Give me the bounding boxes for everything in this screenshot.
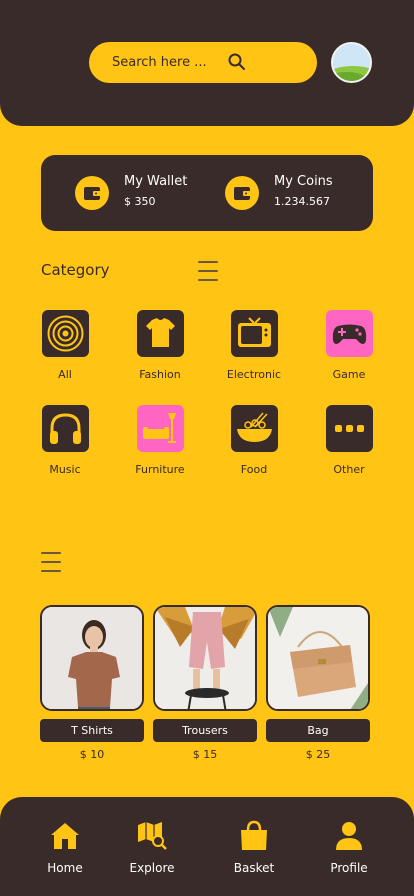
product-name: Bag: [266, 719, 370, 742]
nav-basket[interactable]: Basket: [219, 819, 289, 875]
category-label: All: [58, 368, 72, 381]
header-bar: Search here ...: [0, 0, 414, 126]
wallet-value: $ 350: [124, 195, 156, 208]
category-label: Food: [240, 463, 268, 476]
category-label: Furniture: [135, 463, 185, 476]
nav-label: Basket: [233, 861, 275, 875]
category-item-all[interactable]: All: [25, 310, 105, 381]
category-label: Other: [333, 463, 365, 476]
product-card-trousers[interactable]: Trousers $ 15: [153, 605, 257, 761]
home-icon: [48, 819, 82, 853]
product-name: T Shirts: [40, 719, 144, 742]
map-search-icon: [135, 819, 169, 853]
category-item-music[interactable]: Music: [25, 405, 105, 476]
shopping-bag-icon: [237, 819, 271, 853]
category-label: Music: [49, 463, 81, 476]
product-card-tshirts[interactable]: T Shirts $ 10: [40, 605, 144, 761]
search-input[interactable]: Search here ...: [112, 55, 230, 70]
nav-home[interactable]: Home: [30, 819, 100, 875]
wallet-label: My Wallet: [124, 174, 188, 189]
category-item-fashion[interactable]: Fashion: [120, 310, 200, 381]
bottom-nav: Home Explore Basket Profile: [0, 797, 414, 896]
product-price: $ 15: [192, 748, 218, 761]
coins-value: 1.234.567: [274, 195, 330, 208]
product-card-bag[interactable]: Bag $ 25: [266, 605, 370, 761]
wallet-item[interactable]: My Wallet $ 350: [75, 173, 187, 210]
product-name: Trousers: [153, 719, 257, 742]
product-price: $ 10: [79, 748, 105, 761]
target-icon: [41, 310, 89, 357]
category-item-food[interactable]: Food: [214, 405, 294, 476]
search-bar[interactable]: Search here ...: [89, 42, 317, 83]
nav-label: Home: [47, 861, 83, 875]
category-menu-icon[interactable]: [198, 261, 218, 283]
coins-icon: [225, 176, 259, 210]
avatar[interactable]: [331, 42, 372, 83]
headphones-icon: [41, 405, 89, 452]
category-item-electronic[interactable]: Electronic: [214, 310, 294, 381]
search-icon[interactable]: [227, 52, 247, 72]
product-image[interactable]: [153, 605, 257, 711]
category-item-game[interactable]: Game: [309, 310, 389, 381]
gamepad-icon: [325, 310, 373, 357]
nav-label: Profile: [330, 861, 368, 875]
wallet-icon: [75, 176, 109, 210]
coins-label: My Coins: [274, 174, 333, 189]
food-bowl-icon: [230, 405, 278, 452]
user-icon: [332, 819, 366, 853]
category-label: Game: [332, 368, 366, 381]
category-item-furniture[interactable]: Furniture: [120, 405, 200, 476]
wallet-card: My Wallet $ 350 My Coins 1.234.567: [41, 155, 373, 231]
category-title: Category: [41, 261, 110, 279]
category-label: Electronic: [226, 368, 282, 381]
tshirt-icon: [136, 310, 184, 357]
more-dots-icon: [325, 405, 373, 452]
product-image[interactable]: [40, 605, 144, 711]
coins-item[interactable]: My Coins 1.234.567: [225, 173, 333, 210]
category-item-other[interactable]: Other: [309, 405, 389, 476]
nav-explore[interactable]: Explore: [117, 819, 187, 875]
nav-label: Explore: [129, 861, 175, 875]
product-price: $ 25: [305, 748, 331, 761]
product-image[interactable]: [266, 605, 370, 711]
tv-icon: [230, 310, 278, 357]
products-menu-icon[interactable]: [41, 552, 61, 574]
category-label: Fashion: [139, 368, 181, 381]
nav-profile[interactable]: Profile: [314, 819, 384, 875]
landscape-avatar-icon: [333, 44, 370, 81]
sofa-lamp-icon: [136, 405, 184, 452]
